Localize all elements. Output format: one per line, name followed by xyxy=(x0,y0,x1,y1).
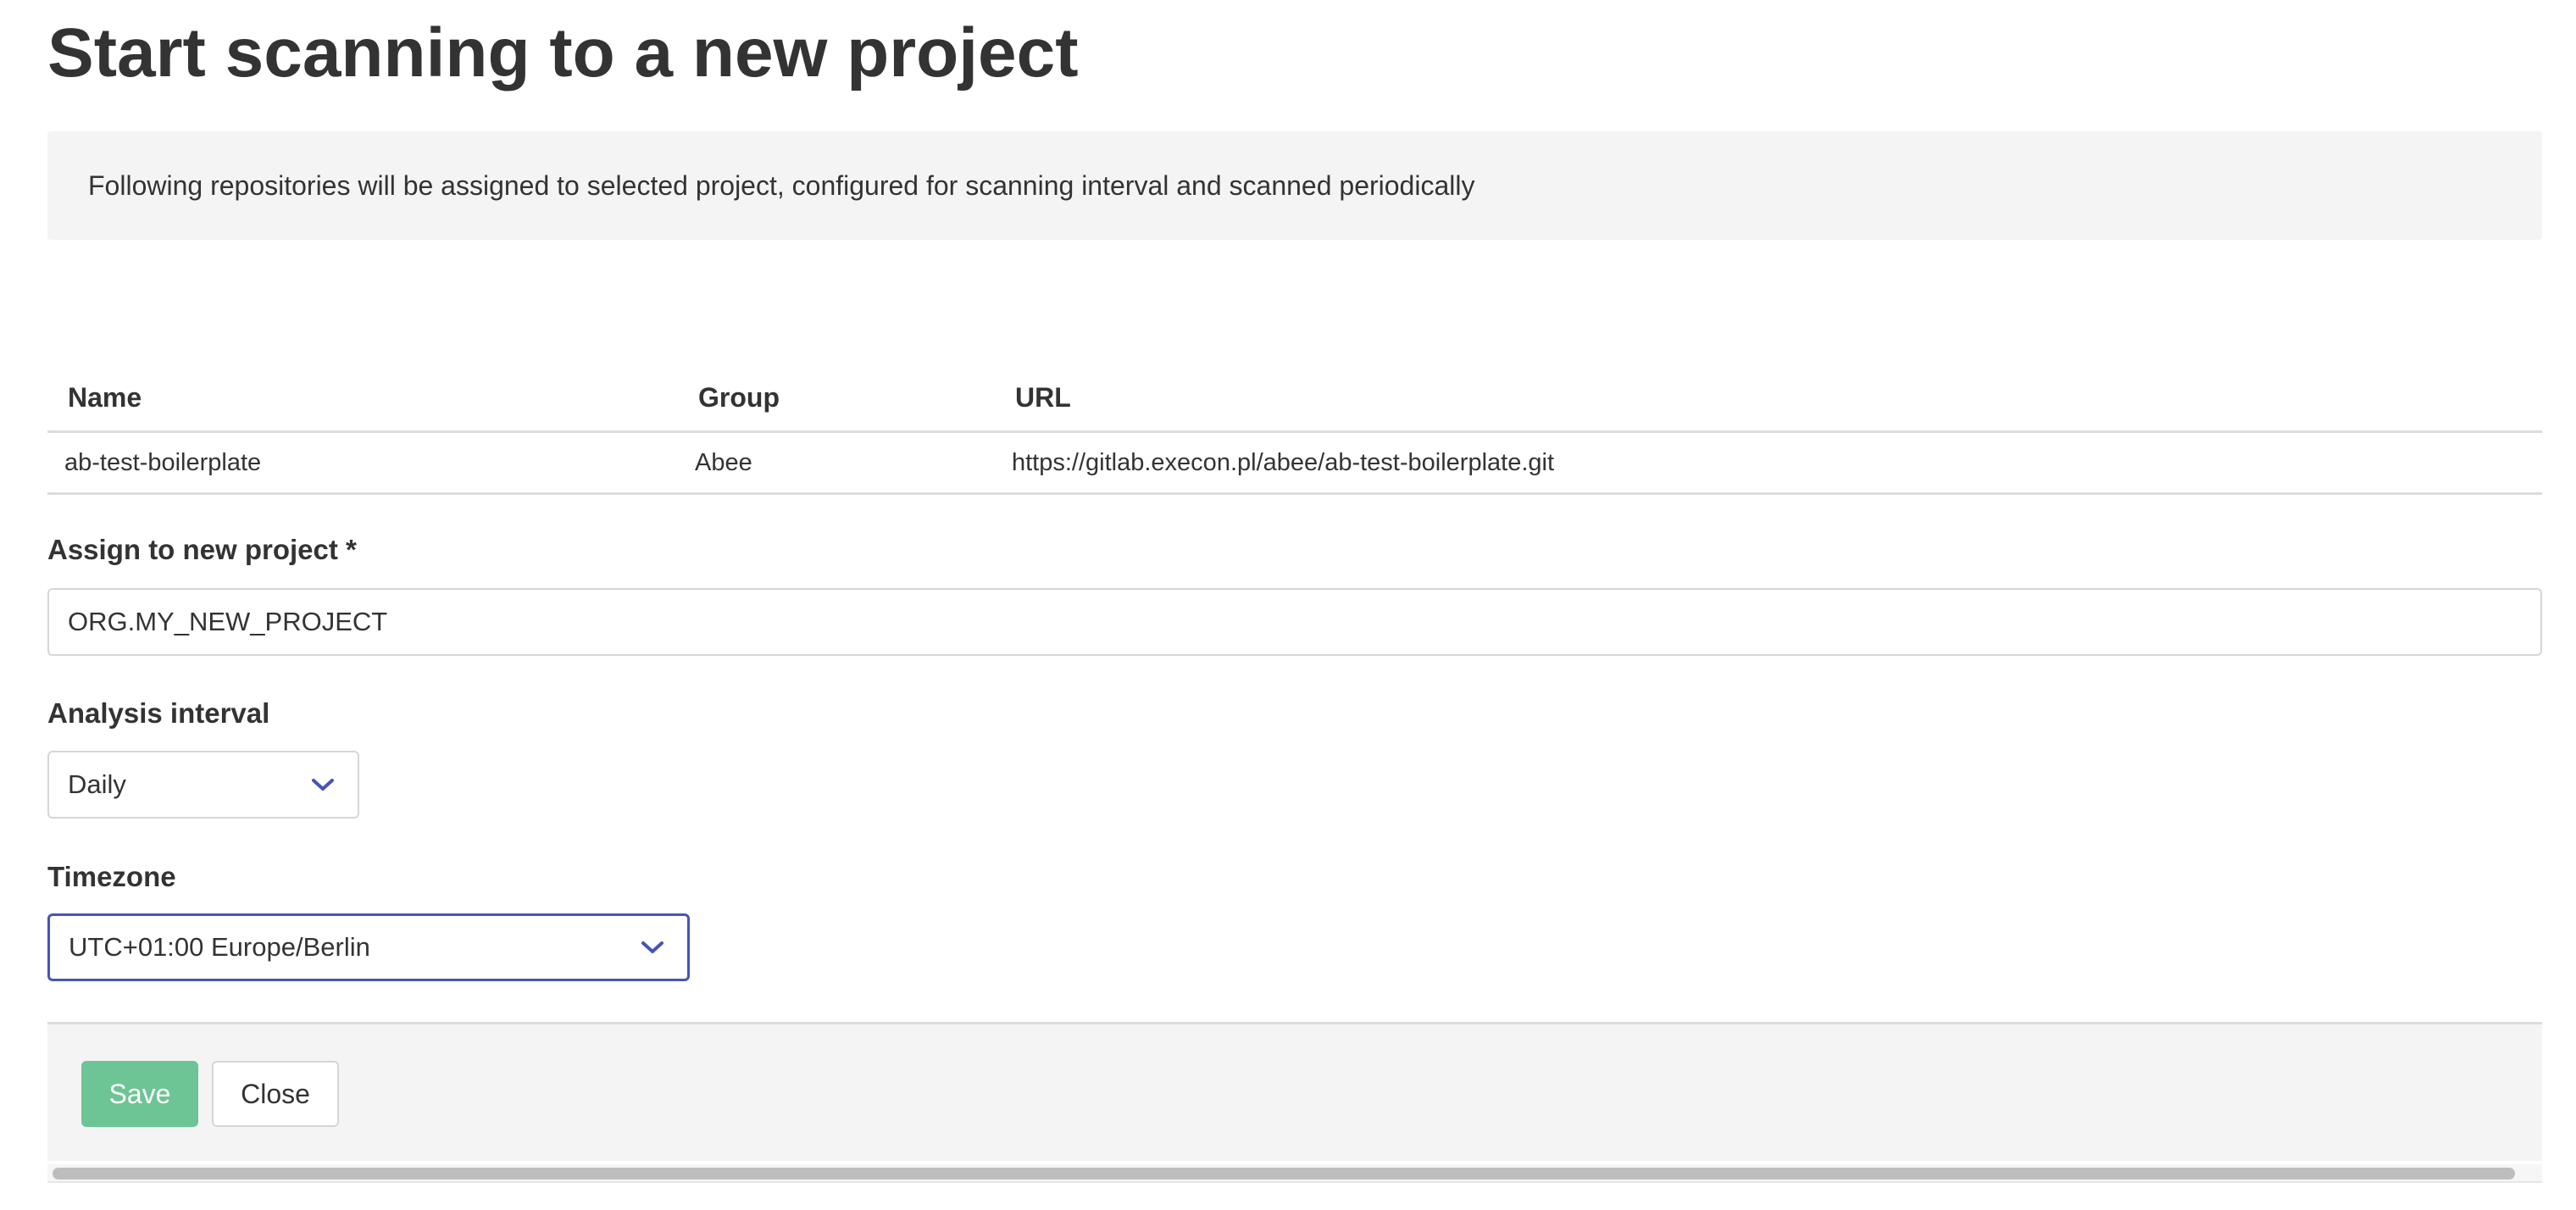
timezone-value: UTC+01:00 Europe/Berlin xyxy=(69,932,370,962)
chevron-down-icon xyxy=(640,939,665,956)
info-message-box: Following repositories will be assigned … xyxy=(47,131,2542,240)
column-header-name[interactable]: Name xyxy=(47,364,678,433)
table-row: ab-test-boilerplate Abee https://gitlab.… xyxy=(47,431,2542,495)
project-field-label: Assign to new project * xyxy=(47,534,357,565)
save-button[interactable]: Save xyxy=(81,1061,198,1127)
repositories-table: Name Group URL ab-test-boilerplate Abee … xyxy=(47,364,2542,495)
close-button[interactable]: Close xyxy=(212,1061,339,1127)
project-name-input[interactable] xyxy=(47,588,2542,656)
column-header-group[interactable]: Group xyxy=(678,364,995,433)
repo-name-cell: ab-test-boilerplate xyxy=(47,431,678,495)
column-header-url[interactable]: URL xyxy=(995,364,2542,433)
info-message-text: Following repositories will be assigned … xyxy=(88,169,1475,201)
interval-field-label: Analysis interval xyxy=(47,697,270,729)
repo-url-cell: https://gitlab.execon.pl/abee/ab-test-bo… xyxy=(995,431,2542,495)
page-title: Start scanning to a new project xyxy=(47,14,1079,92)
chevron-down-icon xyxy=(310,776,336,793)
horizontal-scrollbar[interactable] xyxy=(47,1164,2542,1183)
analysis-interval-value: Daily xyxy=(68,769,126,799)
analysis-interval-select[interactable]: Daily xyxy=(47,751,359,819)
scrollbar-thumb[interactable] xyxy=(53,1168,2515,1179)
timezone-select[interactable]: UTC+01:00 Europe/Berlin xyxy=(47,913,690,981)
scan-new-project-page: Start scanning to a new project Followin… xyxy=(0,0,2576,1210)
table-header-row: Name Group URL xyxy=(47,364,2542,433)
form-footer: Save Close xyxy=(47,1022,2542,1161)
repo-group-cell: Abee xyxy=(678,431,995,495)
timezone-field-label: Timezone xyxy=(47,861,176,892)
